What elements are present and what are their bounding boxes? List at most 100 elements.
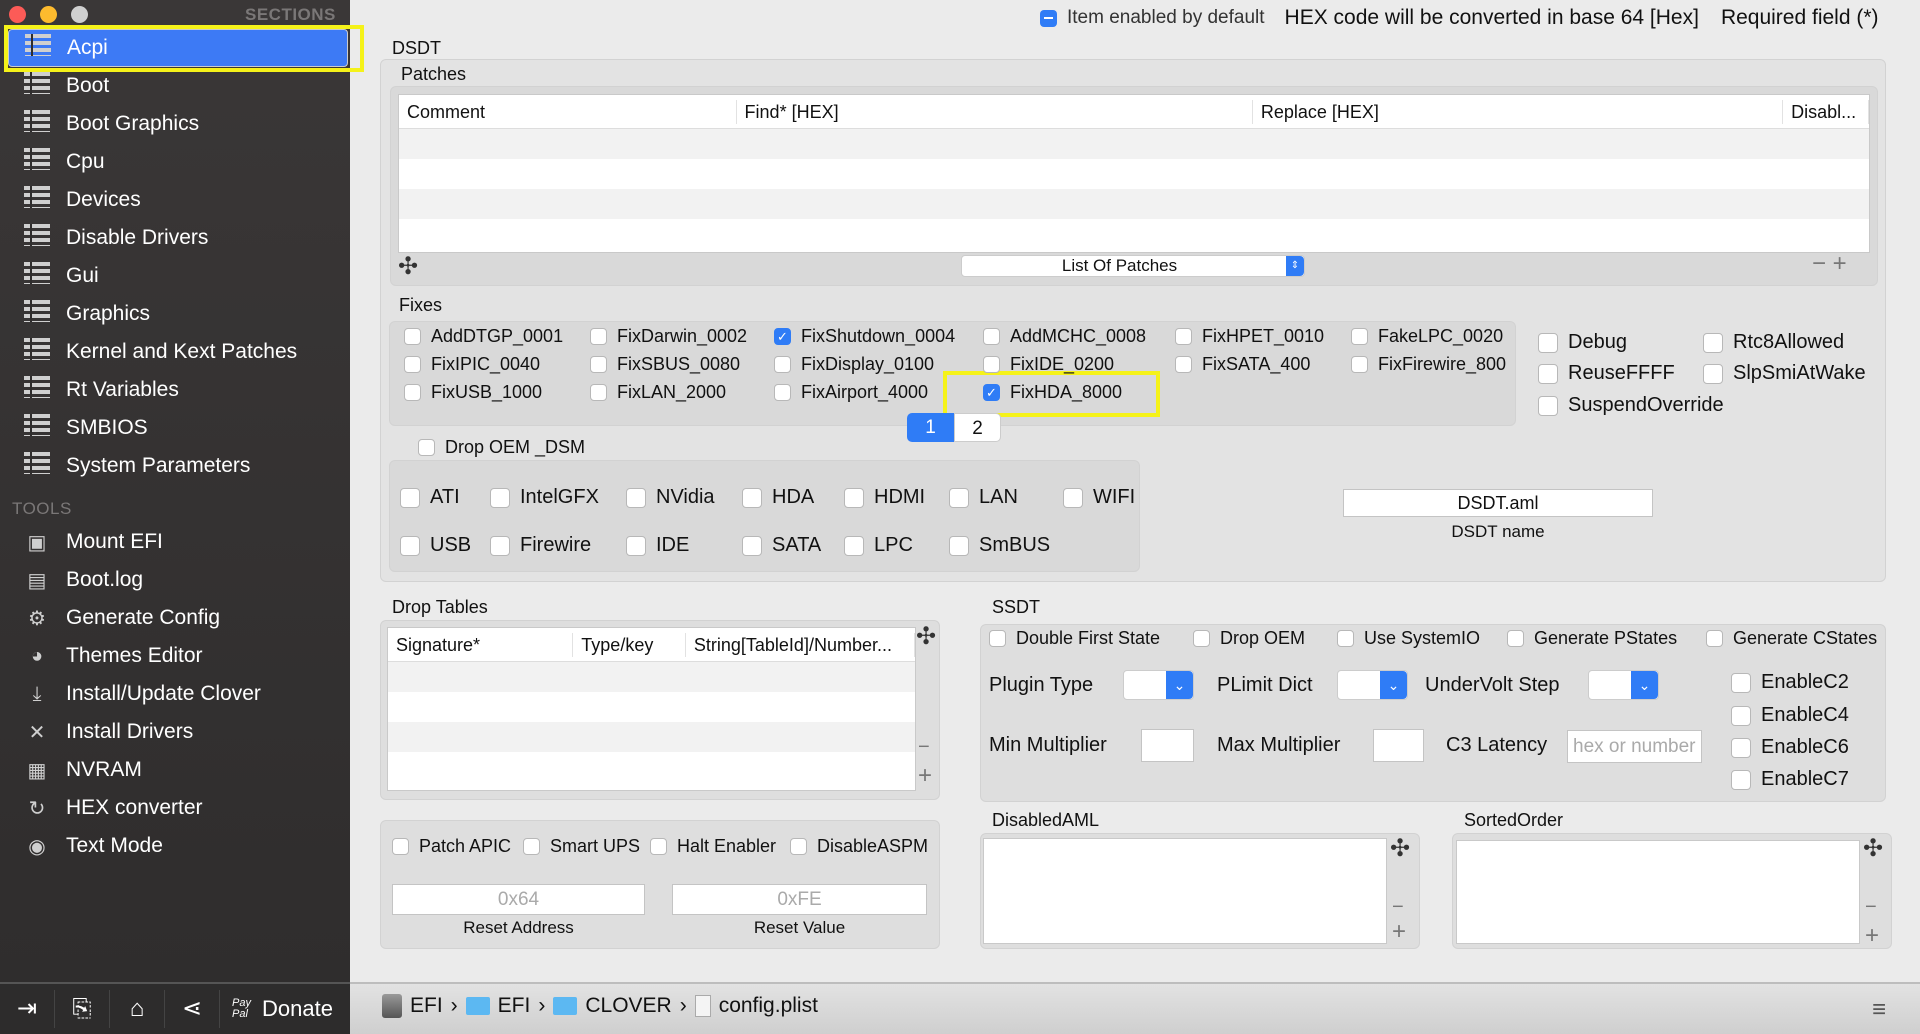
sidebar-item-cpu[interactable]: Cpu — [8, 143, 348, 181]
tool-item-boot-log[interactable]: ▤ Boot.log — [8, 561, 348, 599]
checkbox[interactable]: Generate PStates — [1507, 628, 1677, 649]
checkbox[interactable]: FixDisplay_0100 — [774, 354, 934, 375]
tool-item-hex-converter[interactable]: ↻ HEX converter — [8, 789, 348, 827]
checkbox[interactable]: Rtc8Allowed — [1703, 331, 1844, 354]
checkbox[interactable]: Firewire — [490, 534, 591, 557]
checkbox[interactable]: Debug — [1538, 331, 1627, 354]
max-multiplier-input[interactable] — [1373, 729, 1424, 762]
page-1-button[interactable]: 1 — [907, 413, 954, 442]
breadcrumb-item[interactable]: EFI — [410, 994, 443, 1018]
remove-patch-button[interactable]: − + — [1812, 250, 1847, 278]
checkbox[interactable]: FixIDE_0200 — [983, 354, 1114, 375]
checkbox[interactable]: FixFirewire_800 — [1351, 354, 1506, 375]
checkbox[interactable]: SuspendOverride — [1538, 394, 1724, 417]
sidebar-item-boot-graphics[interactable]: Boot Graphics — [8, 105, 348, 143]
move-icon[interactable]: ✣ — [916, 622, 936, 651]
column-replace[interactable]: Replace [HEX] — [1253, 99, 1784, 124]
disabled-aml-table[interactable] — [983, 838, 1387, 944]
sidebar-item-devices[interactable]: Devices — [8, 181, 348, 219]
sidebar-item-kernel-and-kext-patches[interactable]: Kernel and Kext Patches — [8, 333, 348, 371]
checkbox[interactable]: FixIPIC_0040 — [404, 354, 540, 375]
minimize-button[interactable] — [40, 6, 57, 23]
add-button[interactable]: + — [1392, 918, 1406, 946]
checkbox[interactable]: Double First State — [989, 628, 1160, 649]
checkbox[interactable]: Drop OEM _DSM — [418, 437, 585, 458]
sidebar-item-boot[interactable]: Boot — [8, 67, 348, 105]
move-icon[interactable]: ✣ — [1390, 834, 1410, 863]
tool-item-nvram[interactable]: ▦ NVRAM — [8, 751, 348, 789]
checkbox[interactable]: Halt Enabler — [650, 836, 776, 857]
checkbox[interactable]: LAN — [949, 486, 1018, 509]
checkbox[interactable]: EnableC4 — [1731, 704, 1849, 727]
checkbox[interactable]: FixLAN_2000 — [590, 382, 726, 403]
dsdt-name-input[interactable]: DSDT.aml — [1343, 489, 1653, 517]
checkbox[interactable]: EnableC2 — [1731, 671, 1849, 694]
menu-icon[interactable]: ≡ — [1872, 996, 1886, 1024]
column-string[interactable]: String[TableId]/Number... — [686, 632, 915, 657]
undervolt-step-select[interactable]: ⌄ — [1588, 670, 1659, 700]
move-icon[interactable]: ✣ — [1863, 834, 1883, 863]
checkbox[interactable]: SmBUS — [949, 534, 1050, 557]
checkbox[interactable]: FixAirport_4000 — [774, 382, 928, 403]
checkbox[interactable]: ✓ FixHDA_8000 — [983, 382, 1122, 403]
tool-item-text-mode[interactable]: ◉ Text Mode — [8, 827, 348, 865]
sidebar-item-system-parameters[interactable]: System Parameters — [8, 447, 348, 485]
checkbox[interactable]: FakeLPC_0020 — [1351, 326, 1503, 347]
zoom-button[interactable] — [71, 6, 88, 23]
checkbox[interactable]: NVidia — [626, 486, 715, 509]
add-button[interactable]: + — [918, 762, 932, 790]
move-icon[interactable]: ✣ — [398, 252, 418, 281]
patches-table[interactable]: Comment Find* [HEX] Replace [HEX] Disabl... — [398, 94, 1870, 253]
checkbox[interactable]: ReuseFFFF — [1538, 362, 1675, 385]
import-icon[interactable]: ⇥ — [0, 990, 55, 1028]
home-icon[interactable]: ⌂ — [110, 990, 165, 1028]
plimit-dict-select[interactable]: ⌄ — [1337, 670, 1408, 700]
min-multiplier-input[interactable] — [1141, 729, 1194, 762]
checkbox[interactable]: LPC — [844, 534, 913, 557]
checkbox[interactable]: ATI — [400, 486, 460, 509]
checkbox[interactable]: FixSBUS_0080 — [590, 354, 740, 375]
checkbox[interactable]: AddMCHC_0008 — [983, 326, 1146, 347]
sidebar-item-smbios[interactable]: SMBIOS — [8, 409, 348, 447]
export-icon[interactable]: ⎘ — [55, 990, 110, 1028]
checkbox[interactable]: WIFI — [1063, 486, 1135, 509]
breadcrumb-item[interactable]: EFI — [498, 994, 531, 1018]
tool-item-generate-config[interactable]: ⚙ Generate Config — [8, 599, 348, 637]
checkbox[interactable]: Generate CStates — [1706, 628, 1877, 649]
remove-button[interactable]: − — [1865, 896, 1877, 919]
checkbox[interactable]: Use SystemIO — [1337, 628, 1480, 649]
column-type-key[interactable]: Type/key — [573, 632, 686, 657]
tool-item-install-update-clover[interactable]: ⤓ Install/Update Clover — [8, 675, 348, 713]
close-button[interactable] — [9, 6, 26, 23]
tool-item-themes-editor[interactable]: ◕ Themes Editor — [8, 637, 348, 675]
column-signature[interactable]: Signature* — [388, 632, 574, 657]
reset-value-input[interactable]: 0xFE — [672, 884, 927, 915]
checkbox[interactable]: Drop OEM — [1193, 628, 1305, 649]
sidebar-item-rt-variables[interactable]: Rt Variables — [8, 371, 348, 409]
tool-item-mount-efi[interactable]: ▣ Mount EFI — [8, 523, 348, 561]
column-comment[interactable]: Comment — [399, 99, 737, 124]
checkbox[interactable]: AddDTGP_0001 — [404, 326, 563, 347]
remove-button[interactable]: − — [918, 736, 930, 759]
checkbox[interactable]: FixSATA_400 — [1175, 354, 1310, 375]
plugin-type-select[interactable]: ⌄ — [1123, 670, 1194, 700]
donate-button[interactable]: Pay Pal Donate — [220, 996, 333, 1022]
drop-tables-table[interactable]: Signature* Type/key String[TableId]/Number… — [387, 627, 916, 791]
page-2-button[interactable]: 2 — [954, 413, 1001, 442]
reset-address-input[interactable]: 0x64 — [392, 884, 645, 915]
checkbox[interactable]: DisableASPM — [790, 836, 928, 857]
sidebar-item-gui[interactable]: Gui — [8, 257, 348, 295]
checkbox[interactable]: EnableC7 — [1731, 768, 1849, 791]
tool-item-install-drivers[interactable]: ✕ Install Drivers — [8, 713, 348, 751]
checkbox[interactable]: FixUSB_1000 — [404, 382, 542, 403]
column-find[interactable]: Find* [HEX] — [737, 99, 1253, 124]
breadcrumb-item[interactable]: CLOVER — [585, 994, 671, 1018]
share-icon[interactable]: ⋖ — [165, 990, 220, 1028]
checkbox[interactable]: EnableC6 — [1731, 736, 1849, 759]
checkbox[interactable]: Smart UPS — [523, 836, 640, 857]
breadcrumb-item[interactable]: config.plist — [719, 994, 818, 1018]
checkbox[interactable]: USB — [400, 534, 471, 557]
checkbox[interactable]: ✓ FixShutdown_0004 — [774, 326, 955, 347]
add-button[interactable]: + — [1865, 922, 1879, 950]
checkbox[interactable]: HDMI — [844, 486, 925, 509]
